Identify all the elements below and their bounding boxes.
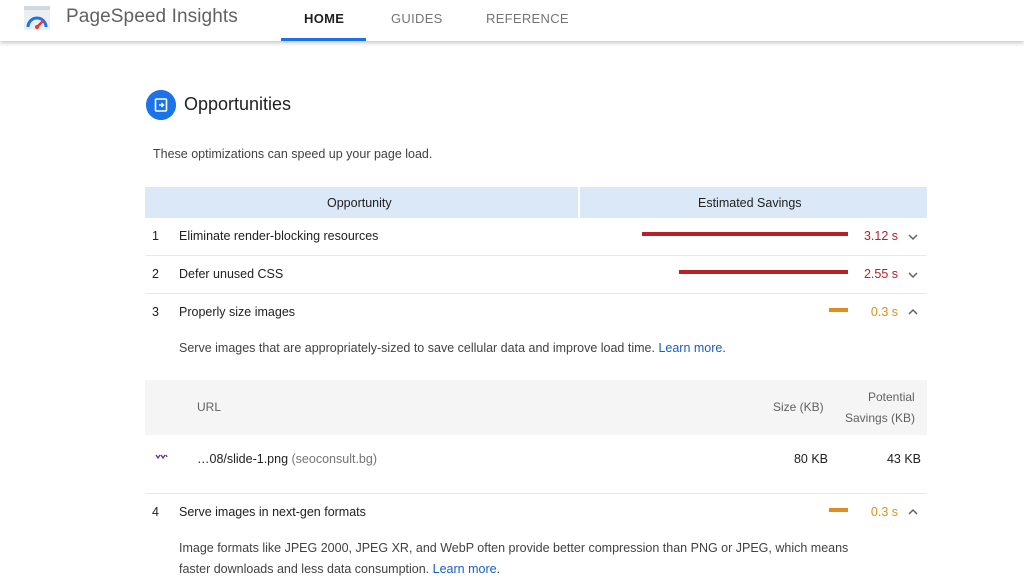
row-label: Eliminate render-blocking resources — [179, 229, 379, 243]
savings-bar — [679, 270, 848, 274]
detail-line-2: faster downloads and less data consumpti… — [179, 559, 848, 580]
savings-bar — [642, 232, 848, 236]
row-index: 1 — [152, 229, 159, 243]
row-index: 2 — [152, 267, 159, 281]
row-detail-description: Serve images that are appropriately-size… — [179, 338, 726, 359]
top-app-bar: PageSpeed Insights HOME GUIDES REFERENCE — [0, 0, 1024, 41]
column-header-url: URL — [197, 400, 222, 414]
tab-reference[interactable]: REFERENCE — [486, 11, 569, 26]
learn-more-link[interactable]: Learn more — [658, 341, 722, 355]
learn-more-link[interactable]: Learn more — [433, 562, 497, 576]
pagespeed-logo-icon[interactable] — [24, 6, 50, 30]
column-header-potential-line2: Savings (KB) — [845, 411, 916, 425]
resource-savings: 43 KB — [886, 452, 921, 466]
opportunity-icon — [146, 90, 176, 120]
active-tab-indicator — [281, 38, 366, 41]
detail-period: . — [722, 341, 726, 355]
opportunity-table-header — [145, 187, 927, 218]
detail-line-1: Image formats like JPEG 2000, JPEG XR, a… — [179, 541, 849, 555]
row-label: Serve images in next-gen formats — [179, 505, 366, 519]
tab-home[interactable]: HOME — [304, 11, 344, 26]
tab-guides[interactable]: GUIDES — [391, 11, 443, 26]
row-index: 3 — [152, 305, 159, 319]
column-header-opportunity: Opportunity — [327, 196, 392, 210]
row-index: 4 — [152, 505, 159, 519]
chevron-up-icon[interactable] — [907, 506, 919, 518]
row-detail-description: Image formats like JPEG 2000, JPEG XR, a… — [179, 538, 848, 580]
resource-file: …08/slide-1.png — [197, 452, 289, 466]
savings-value: 3.12 s — [863, 229, 898, 243]
detail-text: faster downloads and less data consumpti… — [179, 562, 430, 576]
section-title: Opportunities — [184, 94, 292, 114]
detail-text: Serve images that are appropriately-size… — [179, 341, 655, 355]
chevron-down-icon[interactable] — [907, 269, 919, 281]
column-header-estimated-savings: Estimated Savings — [698, 196, 802, 210]
resource-url[interactable]: …08/slide-1.png (seoconsult.bg) — [197, 452, 377, 466]
header-divider — [578, 187, 580, 218]
chevron-up-icon[interactable] — [907, 306, 919, 318]
section-description: These optimizations can speed up your pa… — [153, 147, 433, 161]
resource-host: (seoconsult.bg) — [291, 452, 377, 466]
app-title[interactable]: PageSpeed Insights — [66, 6, 238, 28]
savings-value: 0.3 s — [870, 505, 898, 519]
detail-period: . — [496, 562, 501, 576]
column-header-size: Size (KB) — [773, 400, 824, 414]
image-thumbnail-icon — [155, 452, 169, 461]
resource-size: 80 KB — [793, 452, 828, 466]
savings-value: 0.3 s — [870, 305, 898, 319]
column-header-potential-line1: Potential — [868, 390, 915, 404]
savings-value: 2.55 s — [863, 267, 898, 281]
row-label: Properly size images — [179, 305, 296, 319]
chevron-down-icon[interactable] — [907, 231, 919, 243]
row-label: Defer unused CSS — [179, 267, 284, 281]
